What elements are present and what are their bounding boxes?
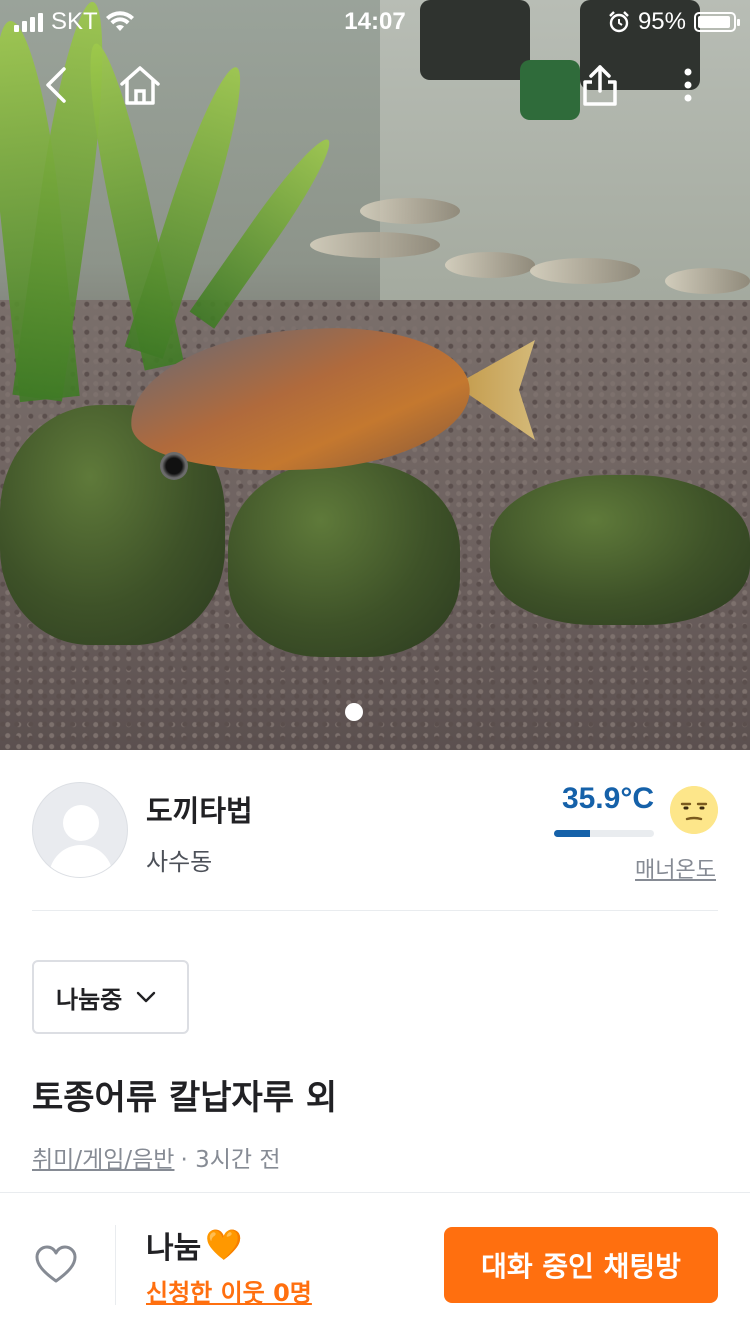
- manner-temperature: 35.9°C: [561, 782, 654, 815]
- background-fish: [360, 198, 460, 224]
- fish-eye: [160, 452, 188, 480]
- alarm-icon: [609, 11, 629, 33]
- post-title: 토종어류 칼납자루 외: [32, 1078, 338, 1118]
- sale-status-value: 나눔중: [56, 985, 123, 1014]
- more-button[interactable]: [663, 60, 713, 110]
- applicants-link[interactable]: 신청한 이웃 0명: [146, 1273, 312, 1308]
- like-button[interactable]: [32, 1241, 80, 1289]
- price-text: 나눔: [146, 1231, 202, 1266]
- chat-rooms-button[interactable]: 대화 중인 채팅방: [444, 1227, 718, 1303]
- orange-heart-icon: 🧡: [205, 1227, 243, 1263]
- avatar[interactable]: [32, 782, 128, 878]
- seller-profile[interactable]: 도끼타법 사수동 35.9°C 매너온도: [0, 750, 750, 912]
- battery-percent: 95%: [637, 8, 686, 35]
- manner-temperature-link[interactable]: 매너온도: [635, 852, 716, 884]
- background-fish: [530, 258, 640, 284]
- section-divider: [32, 910, 718, 911]
- bottom-action-bar: 나눔 🧡 신청한 이웃 0명 대화 중인 채팅방: [0, 1192, 750, 1334]
- post-time: · 3시간 전: [180, 1147, 281, 1173]
- mossy-rock: [490, 475, 750, 625]
- price-label: 나눔 🧡: [146, 1223, 243, 1267]
- home-icon: [120, 66, 160, 105]
- battery-icon: [694, 12, 740, 32]
- seller-nickname: 도끼타법: [146, 794, 253, 828]
- bottom-divider: [115, 1225, 116, 1305]
- post-category-link[interactable]: 취미/게임/음반: [32, 1140, 174, 1174]
- manner-temperature-bar: [554, 830, 654, 837]
- back-icon: [46, 67, 66, 103]
- more-vertical-icon: [684, 68, 692, 102]
- sale-status-select[interactable]: 나눔중: [32, 960, 189, 1034]
- unamused-face-icon: [670, 786, 718, 834]
- product-photo[interactable]: [0, 0, 750, 750]
- share-icon: [583, 65, 617, 106]
- background-fish: [445, 252, 535, 278]
- heart-icon: [35, 1245, 77, 1283]
- mossy-rock: [228, 462, 460, 657]
- home-button[interactable]: [115, 60, 165, 110]
- background-fish: [310, 232, 440, 258]
- chevron-down-icon: [137, 991, 156, 1003]
- back-button[interactable]: [32, 60, 82, 110]
- status-right: 95%: [608, 8, 740, 36]
- post-meta: 취미/게임/음반 · 3시간 전: [32, 1140, 281, 1174]
- background-fish: [665, 268, 750, 294]
- status-bar: SKT 14:07 95%: [0, 0, 750, 40]
- gallery-page-indicator: [345, 703, 363, 721]
- seller-region: 사수동: [146, 848, 213, 876]
- share-button[interactable]: [575, 60, 625, 110]
- filter-pipe: [520, 60, 580, 120]
